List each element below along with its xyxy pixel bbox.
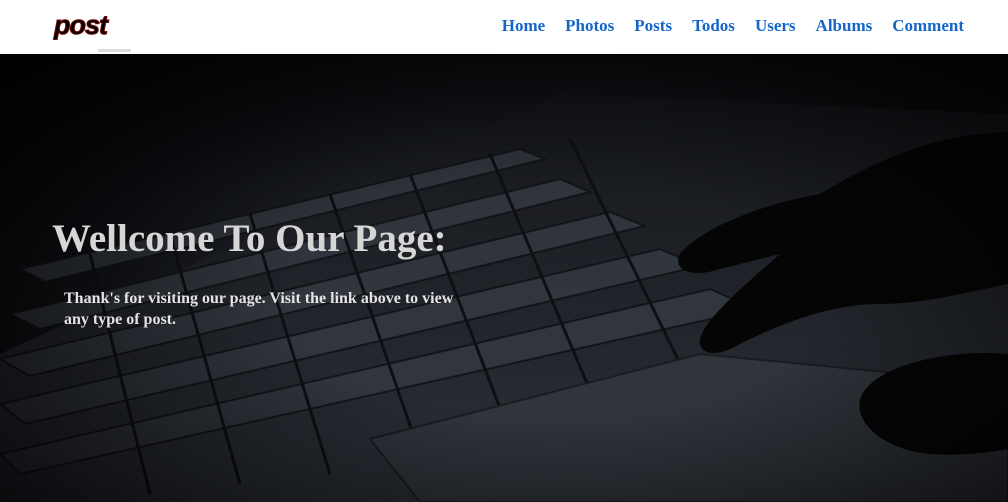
keyboard-background-image — [0, 54, 1008, 502]
hero-title: Wellcome To Our Page: — [52, 217, 447, 260]
nav-link-comment[interactable]: Comment — [892, 16, 964, 36]
hero-description: Thank's for visiting our page. Visit the… — [64, 290, 454, 328]
nav-links: Home Photos Posts Todos Users Albums Com… — [482, 16, 964, 36]
hero-section: Wellcome To Our Page: Thank's for visiti… — [0, 54, 1008, 502]
nav-link-photos[interactable]: Photos — [565, 16, 614, 36]
brand-logo[interactable]: post — [54, 10, 109, 46]
nav-link-home[interactable]: Home — [502, 16, 545, 36]
nav-link-albums[interactable]: Albums — [816, 16, 873, 36]
navbar: post Home Photos Posts Todos Users Album… — [0, 0, 1008, 54]
nav-link-users[interactable]: Users — [755, 16, 796, 36]
nav-link-todos[interactable]: Todos — [692, 16, 735, 36]
nav-link-posts[interactable]: Posts — [634, 16, 672, 36]
logo-underline — [98, 49, 131, 52]
